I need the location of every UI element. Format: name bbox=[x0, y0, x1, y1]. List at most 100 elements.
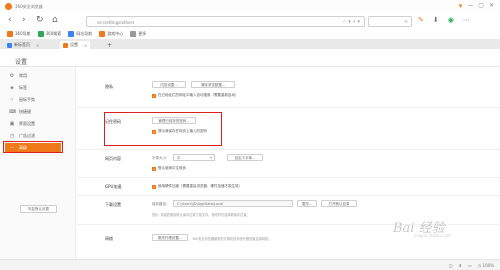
search-icon[interactable]: ⌕ bbox=[405, 18, 408, 26]
gpu-checkbox[interactable]: ✓ 使用硬件加速（需要重启浏览器，硬件加速才能生效） bbox=[152, 184, 242, 189]
window-controls: ▾ — ▢ ✕ bbox=[459, 2, 494, 10]
bookmark-item[interactable]: 网址导航 bbox=[68, 31, 92, 37]
chevron-down-icon: ▾ bbox=[210, 156, 212, 160]
bookmark-label: 网址导航 bbox=[76, 31, 93, 36]
home-button[interactable]: ⌂ bbox=[52, 15, 58, 26]
address-text[interactable]: se:/settings/others bbox=[97, 20, 134, 25]
address-bar-icons[interactable]: ☆ ▾ ⚡ ▾ bbox=[342, 19, 360, 25]
more-icon[interactable]: ⋯ bbox=[463, 16, 470, 24]
save-path-field[interactable]: C:\Users\JD\AppData\Local bbox=[173, 200, 293, 207]
watermark-url: jingyan.baidu.com bbox=[414, 233, 451, 238]
sidebar-item-label: 标签 bbox=[19, 84, 27, 90]
font-size-select[interactable]: 中 ▾ bbox=[173, 154, 215, 161]
forward-button[interactable]: › bbox=[22, 15, 26, 26]
navigation-bar: ‹ › ↻ ⌂ se:/settings/others ☆ ▾ ⚡ ▾ ⌕ ✎ … bbox=[0, 13, 500, 29]
tab-favicon-icon bbox=[63, 42, 68, 48]
sidebar-item-basic[interactable]: ⚙ 常用 bbox=[9, 71, 61, 80]
open-default-folder-button[interactable]: 打开默认目录 bbox=[321, 200, 357, 207]
keyboard-icon: ⌨ bbox=[9, 108, 17, 115]
page-icon[interactable]: ▭ bbox=[468, 263, 472, 268]
font-size-label: 字体大小： bbox=[152, 156, 170, 160]
section-label-privacy: 隐私 bbox=[105, 84, 113, 89]
tab-close-icon[interactable]: ✕ bbox=[36, 43, 39, 48]
tab-favicon-icon bbox=[7, 42, 12, 48]
sidebar-item-label: 鼠标手势 bbox=[19, 96, 35, 102]
settings-sidebar: ⚙ 常用 ◈ 标签 ☞ 鼠标手势 ⌨ 快捷键 ▣ 界面设置 ◷ 广告过滤 ⋯ 高… bbox=[0, 67, 76, 259]
bookmark-item[interactable]: 360导航 bbox=[7, 31, 31, 37]
menu-dropdown-icon[interactable]: ▾ bbox=[459, 2, 463, 10]
tab-close-icon[interactable]: ✕ bbox=[84, 43, 87, 48]
sidebar-item-label: 广告过滤 bbox=[19, 132, 35, 138]
status-icons: ◫ ⬇ ▭ ◷ 100% bbox=[449, 263, 494, 268]
webcontent-checkbox[interactable]: ✓ 默认使用中文网页 bbox=[152, 166, 186, 171]
bookmark-icon bbox=[99, 31, 106, 37]
save-path-label: 保存路径： bbox=[152, 202, 170, 206]
bookmark-item[interactable]: 游戏中心 bbox=[99, 31, 123, 37]
section-label-network: 网络 bbox=[105, 236, 113, 241]
restore-defaults-button[interactable]: 恢复默认设置 bbox=[20, 205, 57, 213]
bookmark-icon bbox=[130, 31, 137, 37]
clear-data-button[interactable]: 清除浏览数据... bbox=[191, 81, 235, 88]
window-icon: ▣ bbox=[9, 120, 15, 127]
gear-icon: ⚙ bbox=[9, 72, 15, 79]
window-title: 360安全浏览器 bbox=[15, 4, 43, 9]
clock-icon: ◷ bbox=[9, 132, 15, 139]
sidebar-item-adblock[interactable]: ◷ 广告过滤 bbox=[9, 131, 61, 140]
browser-logo-icon bbox=[5, 3, 12, 10]
bookmark-item[interactable]: 360搜索 bbox=[37, 31, 62, 37]
back-button[interactable]: ‹ bbox=[8, 15, 12, 26]
toolbar-icons: ✎ ⬇ ◉ ⋯ bbox=[418, 16, 470, 24]
section-label-gpu: GPU加速 bbox=[105, 184, 122, 189]
bookmark-icon bbox=[7, 31, 13, 37]
extension-icon[interactable]: ◉ bbox=[448, 16, 454, 24]
hand-icon: ☞ bbox=[9, 96, 15, 103]
tab-bar: 新标签页 ✕ 设置 ✕ + bbox=[0, 39, 500, 49]
custom-font-button[interactable]: 自定义字体... bbox=[227, 154, 263, 161]
content-settings-button[interactable]: 内容设置... bbox=[152, 81, 186, 88]
checkbox-icon[interactable]: ✓ bbox=[152, 93, 156, 98]
proxy-settings-button[interactable]: 更改代理设置... bbox=[152, 234, 188, 241]
font-size-value: 中 bbox=[177, 156, 181, 160]
tab-settings[interactable]: 设置 ✕ bbox=[60, 41, 91, 49]
change-path-button[interactable]: 更改... bbox=[297, 200, 317, 207]
reload-button[interactable]: ↻ bbox=[36, 15, 44, 26]
tab-label: 新标签页 bbox=[14, 42, 30, 47]
sidebar-item-interface[interactable]: ▣ 界面设置 bbox=[9, 119, 61, 128]
checkbox-icon[interactable]: ✓ bbox=[152, 166, 156, 171]
page-title: 设置 bbox=[15, 59, 28, 66]
section-label-webcontent: 网页内容 bbox=[105, 156, 121, 161]
edit-icon[interactable]: ✎ bbox=[418, 16, 424, 24]
new-tab-button[interactable]: + bbox=[104, 41, 115, 49]
title-bar: 360安全浏览器 ▾ — ▢ ✕ bbox=[0, 0, 500, 13]
sidebar-item-shortcuts[interactable]: ⌨ 快捷键 bbox=[9, 107, 61, 116]
sidebar-item-tabs[interactable]: ◈ 标签 bbox=[9, 83, 61, 92]
bookmark-icon bbox=[68, 31, 75, 37]
tabs-icon: ◈ bbox=[10, 84, 14, 91]
highlight-box bbox=[3, 141, 63, 153]
sidebar-item-label: 常用 bbox=[19, 72, 27, 78]
download-hint: 提示: 将始终使用默认保存位置下载文件，修改时可选择新保存位置。 bbox=[152, 213, 250, 217]
download-icon[interactable]: ⬇ bbox=[433, 16, 439, 24]
close-button[interactable]: ✕ bbox=[489, 2, 494, 10]
address-bar[interactable]: se:/settings/others ☆ ▾ ⚡ ▾ bbox=[86, 16, 365, 27]
network-hint: 360安全浏览器使用您计算机的系统代理设置连接网络。 bbox=[192, 237, 272, 241]
privacy-checkbox[interactable]: ✓ 在已地址栏的网址中输入自动搜索（需要重新启动） bbox=[152, 93, 239, 98]
zoom-level[interactable]: ◷ 100% bbox=[478, 263, 494, 268]
section-label-download: 下载设置 bbox=[105, 202, 121, 207]
minimize-button[interactable]: — bbox=[467, 2, 473, 10]
bookmark-label: 360搜索 bbox=[45, 31, 62, 36]
checkbox-label: 在已地址栏的网址中输入自动搜索（需要重新启动） bbox=[158, 93, 239, 97]
split-view-icon[interactable]: ◫ bbox=[449, 263, 453, 268]
bookmark-label: 360导航 bbox=[15, 31, 31, 36]
checkbox-icon[interactable]: ✓ bbox=[152, 184, 156, 189]
tab-new[interactable]: 新标签页 ✕ bbox=[4, 41, 42, 49]
bookmark-item[interactable]: 更多 bbox=[130, 31, 146, 37]
maximize-button[interactable]: ▢ bbox=[478, 2, 484, 10]
search-input[interactable]: ⌕ bbox=[368, 16, 412, 27]
sidebar-item-label: 快捷键 bbox=[19, 108, 31, 114]
bookmark-label: 游戏中心 bbox=[107, 31, 124, 36]
sidebar-item-gestures[interactable]: ☞ 鼠标手势 bbox=[9, 95, 61, 104]
download-status-icon[interactable]: ⬇ bbox=[459, 263, 462, 268]
sidebar-item-label: 界面设置 bbox=[19, 120, 35, 126]
checkbox-label: 默认使用中文网页 bbox=[158, 166, 186, 170]
